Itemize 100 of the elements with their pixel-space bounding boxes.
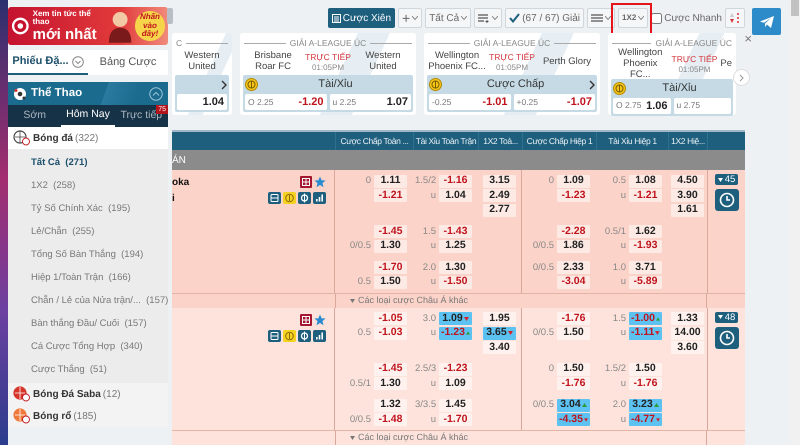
chevron-down-icon[interactable] <box>72 56 84 68</box>
odds-button[interactable]: u 2.25 1.07 <box>330 94 411 110</box>
odds-button[interactable]: 1.08 <box>629 174 662 188</box>
view-dropdown[interactable] <box>587 8 616 28</box>
match-card[interactable]: GIẢI A-LEAGUE ÚC Brisbane Roar FC TRỰC TIẾP 01:05PM Western United Tài/Xỉu O 2.25 -1.20 u 2.25 1.07 <box>240 33 416 115</box>
sport-item[interactable]: Bóng rổ (185) <box>8 405 168 427</box>
league-filter-button[interactable]: (67 / 67) Giải <box>505 8 584 28</box>
odds-button[interactable]: 1.30 <box>374 377 407 390</box>
odds-button[interactable]: 3.40 <box>483 341 516 354</box>
sidebar-item[interactable]: Tỷ Số Chính Xác (195) <box>8 197 168 220</box>
grid-icon[interactable] <box>300 176 312 188</box>
odds-button[interactable]: -1.03 <box>374 326 407 340</box>
grid-icon[interactable] <box>300 314 312 326</box>
time-tab[interactable]: Sớm <box>8 105 62 127</box>
odds-button[interactable]: -1.21 <box>629 189 662 202</box>
odds-button[interactable]: 3.71 <box>629 261 662 274</box>
odds-button[interactable]: 1.50 <box>629 362 662 376</box>
odds-button[interactable]: 1.86 <box>557 240 590 253</box>
history-button[interactable] <box>714 326 738 348</box>
chevron-up-icon[interactable] <box>149 86 163 100</box>
sidebar-item[interactable]: Tất Cả (271) <box>8 151 168 174</box>
odds-button[interactable]: 1.25 <box>439 240 472 253</box>
odds-button[interactable]: -1.45 <box>374 225 407 238</box>
odds-button[interactable]: 1.95 <box>483 312 516 326</box>
odds-button[interactable]: -1.93 <box>629 240 662 253</box>
odds-button[interactable]: -1.23 <box>557 189 590 202</box>
odds-button[interactable]: -1.05 <box>374 312 407 326</box>
parlay-button[interactable]: Cược Xiên <box>328 8 396 28</box>
odds-button[interactable]: 1.30 <box>374 240 407 253</box>
sidebar-item[interactable]: Cược Thắng (51) <box>8 358 168 381</box>
star-icon[interactable] <box>314 176 326 188</box>
odds-button[interactable]: 1.32 <box>374 398 407 412</box>
odds-button[interactable]: 2.49 <box>483 189 516 202</box>
odds-button[interactable]: 1.09 <box>439 312 472 326</box>
odds-button[interactable]: -1.76 <box>557 377 590 390</box>
sidebar-item[interactable]: Bàn thắng Đầu/ Cuối (157) <box>8 312 168 335</box>
odds-button[interactable]: 1.50 <box>374 276 407 289</box>
more-markets-button[interactable]: 45 <box>714 174 738 185</box>
sidebar-handle-icon[interactable] <box>167 8 173 24</box>
odds-button[interactable]: -1.43 <box>439 225 472 238</box>
odds-button[interactable]: -1.21 <box>374 189 407 202</box>
odds-button[interactable]: O 2.25 -1.20 <box>245 94 326 110</box>
send-button[interactable] <box>752 8 781 35</box>
coin-icon[interactable] <box>283 192 296 204</box>
list-icon[interactable] <box>268 192 281 204</box>
odds-button[interactable]: 1.62 <box>629 225 662 238</box>
odds-button[interactable]: -2.28 <box>557 225 590 238</box>
close-button[interactable]: × <box>744 33 752 45</box>
odds-button[interactable]: 1.45 <box>439 398 472 412</box>
match-card[interactable]: C Western United 1.04 <box>172 33 232 115</box>
odds-button[interactable]: -1.76 <box>557 312 590 326</box>
bar-chart-icon[interactable] <box>313 192 326 204</box>
odds-button[interactable]: 1.04 <box>439 189 472 202</box>
sidebar-item[interactable]: Chẵn / Lẻ của Nửa trận/... (157) <box>8 289 168 312</box>
sidebar-item[interactable]: Cá Cược Tổng Hợp (340) <box>8 335 168 358</box>
odds-button[interactable]: 3.23 <box>629 398 662 412</box>
odds-button[interactable]: -1.76 <box>629 377 662 390</box>
odds-button[interactable]: 14.00 <box>671 326 704 340</box>
odds-button[interactable]: 1.11 <box>374 174 407 188</box>
coin-icon[interactable] <box>283 330 296 342</box>
odds-button[interactable]: -3.04 <box>557 276 590 289</box>
odds-button[interactable]: 3.04 <box>557 398 590 412</box>
history-button[interactable] <box>714 189 738 211</box>
sort-dropdown[interactable] <box>474 8 502 28</box>
sidebar-tab[interactable]: Phiếu Đặ... <box>8 50 88 75</box>
odds-button[interactable]: u 2.75 <box>674 98 731 114</box>
odds-button[interactable]: 1.09 <box>439 377 472 390</box>
odds-button[interactable]: +0.25 -1.07 <box>514 94 595 110</box>
odds-button[interactable]: 1.50 <box>557 362 590 376</box>
odds-button[interactable]: 2.33 <box>557 261 590 274</box>
chevron-right-icon[interactable] <box>221 80 227 90</box>
odds-button[interactable]: 1.50 <box>557 326 590 340</box>
odds-button[interactable]: O 2.75 1.06 <box>613 98 670 114</box>
odds-button[interactable]: 1.09 <box>557 174 590 188</box>
odds-type-dropdown[interactable]: 1X2 <box>618 8 648 28</box>
sport-item[interactable]: Bóng Đá Saba (12) <box>8 383 168 405</box>
sidebar-item[interactable]: Tổng Số Bàn Thắng (194) <box>8 243 168 266</box>
odds-button[interactable]: -0.25 -1.01 <box>429 94 510 110</box>
odds-button[interactable]: -1.70 <box>374 261 407 274</box>
odds-button[interactable]: 4.50 <box>671 174 704 188</box>
odds-button[interactable]: -1.45 <box>374 362 407 376</box>
more-markets-button[interactable]: 48 <box>714 312 738 322</box>
sidebar-item[interactable]: Lẻ/Chẵn (255) <box>8 220 168 243</box>
odds-button[interactable]: -1.48 <box>374 413 407 426</box>
sidebar-tab[interactable]: Bảng Cược <box>88 50 168 75</box>
odds-button[interactable]: 1.04 <box>177 94 227 110</box>
odds-button[interactable]: -1.50 <box>439 276 472 289</box>
bar-chart-icon[interactable] <box>313 330 326 342</box>
odds-button[interactable]: -1.23 <box>439 362 472 376</box>
odds-button[interactable]: 2.77 <box>483 204 516 217</box>
checkbox[interactable] <box>651 12 662 24</box>
sport-item[interactable]: Bóng đá (322) <box>8 127 168 149</box>
chevron-right-icon[interactable] <box>589 80 595 90</box>
odds-button[interactable]: 3.15 <box>483 174 516 188</box>
cta-bubble[interactable]: Nhấn vào đây! <box>134 11 165 41</box>
add-dropdown[interactable]: + <box>398 8 422 28</box>
sidebar-item[interactable]: 1X2 (258) <box>8 174 168 197</box>
money-icon[interactable] <box>298 192 311 204</box>
odds-button[interactable]: 1.61 <box>671 204 704 217</box>
list-icon[interactable] <box>268 330 281 342</box>
